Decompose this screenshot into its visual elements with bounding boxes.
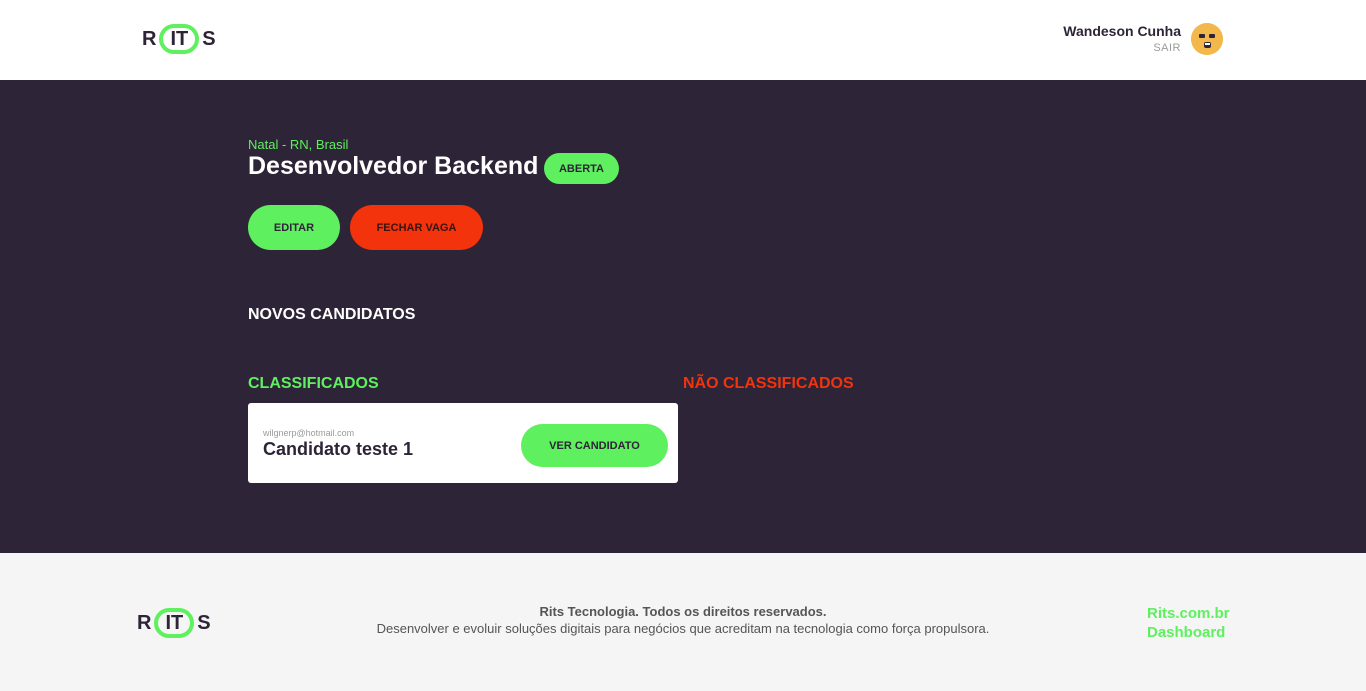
footer: R IT S Rits Tecnologia. Todos os direito… — [0, 553, 1366, 691]
user-menu: Wandeson Cunha SAIR — [1063, 23, 1181, 54]
logo-letter-s: S — [202, 27, 216, 50]
job-location: Natal - RN, Brasil — [248, 137, 349, 152]
close-job-button[interactable]: FECHAR VAGA — [350, 205, 483, 250]
edit-button[interactable]: EDITAR — [248, 205, 340, 250]
candidate-name: Candidato teste 1 — [263, 439, 414, 459]
logo-pill: IT — [159, 24, 200, 54]
view-candidate-button[interactable]: VER CANDIDATO — [521, 424, 668, 467]
job-title: Desenvolvedor Backend — [248, 152, 539, 180]
new-candidates-heading: NOVOS CANDIDATOS — [248, 306, 416, 323]
logout-link[interactable]: SAIR — [1063, 42, 1181, 54]
footer-link-site[interactable]: Rits.com.br — [1147, 604, 1230, 623]
candidate-card: wilgnerp@hotmail.com Candidato teste 1 V… — [248, 403, 678, 483]
footer-link-dashboard[interactable]: Dashboard — [1147, 623, 1230, 642]
footer-links: Rits.com.br Dashboard — [1147, 604, 1230, 642]
user-name: Wandeson Cunha — [1063, 23, 1181, 39]
avatar[interactable] — [1191, 23, 1223, 55]
logo-letter-r: R — [142, 27, 157, 50]
candidate-email: wilgnerp@hotmail.com — [263, 428, 355, 438]
job-detail: Natal - RN, Brasil Desenvolvedor Backend… — [0, 80, 1366, 553]
classified-heading: CLASSIFICADOS — [248, 375, 379, 392]
unclassified-heading: NÃO CLASSIFICADOS — [683, 375, 854, 392]
top-header: R IT S Wandeson Cunha SAIR — [0, 0, 1366, 80]
avatar-face-icon — [1191, 23, 1223, 55]
rits-logo[interactable]: R IT S — [142, 24, 216, 54]
status-badge: ABERTA — [544, 153, 619, 184]
